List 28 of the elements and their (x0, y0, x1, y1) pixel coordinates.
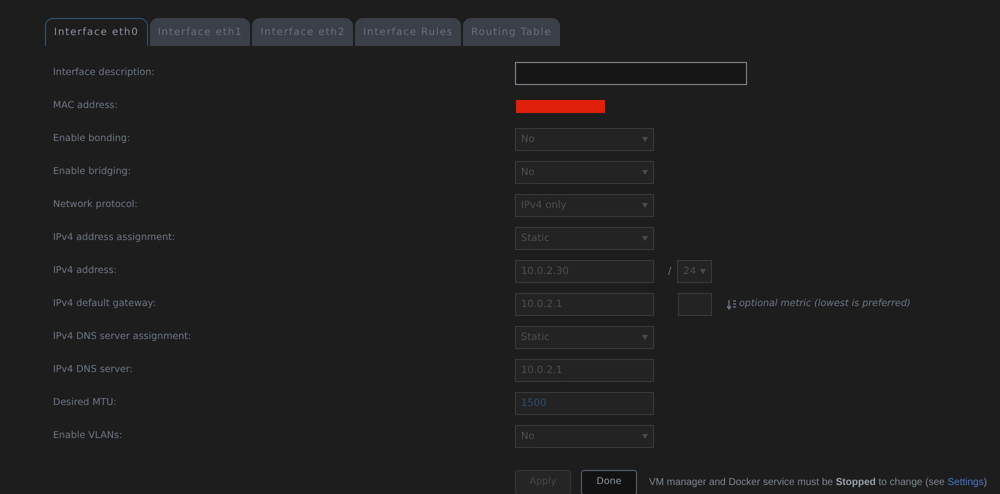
sort-icon (727, 300, 736, 310)
field-label: Desired MTU: (52, 396, 118, 410)
caret-icon (642, 170, 648, 175)
field-label: IPv4 address: (52, 264, 118, 278)
tab[interactable]: Interface eth0 (45, 18, 148, 46)
caret-icon (700, 269, 706, 274)
field-label: Enable bonding: (52, 132, 132, 146)
done-button[interactable]: Done (581, 470, 637, 494)
caret-icon (642, 236, 648, 241)
field-label: IPv4 address assignment: (52, 231, 176, 246)
field-label: IPv4 DNS server assignment: (52, 330, 192, 344)
field-label: Network protocol: (52, 198, 139, 212)
field-label: Enable VLANs: (52, 429, 124, 444)
field-label: Interface description: (52, 66, 156, 80)
field-label: IPv4 DNS server: (52, 363, 134, 378)
caret-icon (642, 137, 648, 142)
separator-text: / (668, 265, 672, 279)
caret-icon (642, 335, 648, 340)
input-field[interactable] (515, 62, 747, 85)
field-label: IPv4 default gateway: (52, 297, 157, 312)
metric-field[interactable] (678, 293, 712, 316)
hint-text: optional metric (lowest is preferred) (739, 297, 911, 312)
field-label: Enable bridging: (52, 165, 132, 180)
field-label: MAC address: (52, 99, 119, 114)
settings-link[interactable]: Settings (947, 477, 984, 488)
info-text: VM manager and Docker service must be Stopped to change (see Settings) (648, 476, 987, 490)
caret-icon (642, 434, 648, 439)
caret-icon (642, 203, 648, 208)
